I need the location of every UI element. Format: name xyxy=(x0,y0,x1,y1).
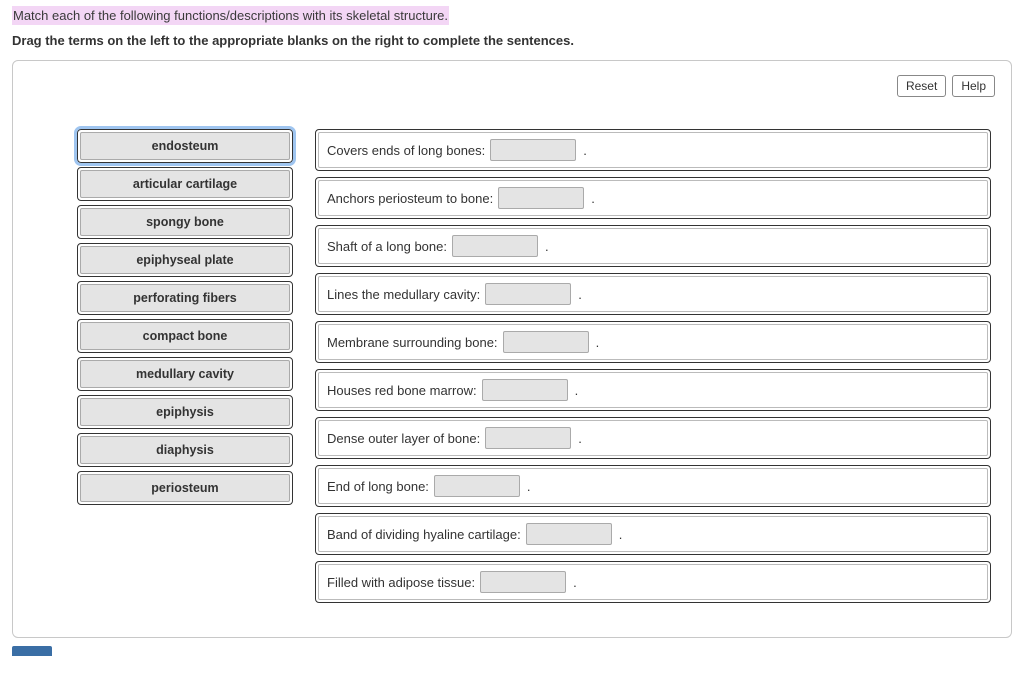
sentence-inner: Covers ends of long bones:. xyxy=(318,132,988,168)
reset-button[interactable]: Reset xyxy=(897,75,946,97)
blank-drop-target[interactable] xyxy=(452,235,538,257)
term-slot[interactable]: epiphysis xyxy=(77,395,293,429)
sentence-prefix: End of long bone: xyxy=(327,479,429,494)
sentence-slot: Houses red bone marrow:. xyxy=(315,369,991,411)
term-slot[interactable]: perforating fibers xyxy=(77,281,293,315)
term-slot[interactable]: periosteum xyxy=(77,471,293,505)
blank-drop-target[interactable] xyxy=(485,427,571,449)
term-chip[interactable]: perforating fibers xyxy=(80,284,290,312)
term-chip[interactable]: epiphyseal plate xyxy=(80,246,290,274)
help-button[interactable]: Help xyxy=(952,75,995,97)
term-chip[interactable]: compact bone xyxy=(80,322,290,350)
sentence-slot: Lines the medullary cavity:. xyxy=(315,273,991,315)
sentence-slot: Filled with adipose tissue:. xyxy=(315,561,991,603)
sentence-slot: Dense outer layer of bone:. xyxy=(315,417,991,459)
sentence-inner: Lines the medullary cavity:. xyxy=(318,276,988,312)
sentence-inner: Houses red bone marrow:. xyxy=(318,372,988,408)
sentence-suffix: . xyxy=(573,575,577,590)
sentence-slot: End of long bone:. xyxy=(315,465,991,507)
sentence-prefix: Membrane surrounding bone: xyxy=(327,335,498,350)
sentence-prefix: Filled with adipose tissue: xyxy=(327,575,475,590)
toolbar: Reset Help xyxy=(897,75,995,97)
sentence-inner: Filled with adipose tissue:. xyxy=(318,564,988,600)
sentence-suffix: . xyxy=(583,143,587,158)
sentence-suffix: . xyxy=(591,191,595,206)
sentence-prefix: Lines the medullary cavity: xyxy=(327,287,480,302)
sentence-prefix: Shaft of a long bone: xyxy=(327,239,447,254)
activity-container: Reset Help endosteum articular cartilage s… xyxy=(12,60,1012,638)
sentence-suffix: . xyxy=(545,239,549,254)
terms-column: endosteum articular cartilage spongy bone e… xyxy=(77,129,293,509)
term-chip[interactable]: diaphysis xyxy=(80,436,290,464)
sentence-inner: Dense outer layer of bone:. xyxy=(318,420,988,456)
sentence-prefix: Covers ends of long bones: xyxy=(327,143,485,158)
term-slot[interactable]: spongy bone xyxy=(77,205,293,239)
blank-drop-target[interactable] xyxy=(498,187,584,209)
bottom-stub xyxy=(12,646,52,656)
sentence-inner: Shaft of a long bone:. xyxy=(318,228,988,264)
blank-drop-target[interactable] xyxy=(480,571,566,593)
sentence-inner: Anchors periosteum to bone:. xyxy=(318,180,988,216)
sentence-suffix: . xyxy=(575,383,579,398)
term-chip[interactable]: medullary cavity xyxy=(80,360,290,388)
term-slot[interactable]: articular cartilage xyxy=(77,167,293,201)
sentence-slot: Shaft of a long bone:. xyxy=(315,225,991,267)
sentence-inner: Band of dividing hyaline cartilage:. xyxy=(318,516,988,552)
sentence-suffix: . xyxy=(596,335,600,350)
term-slot[interactable]: endosteum xyxy=(77,129,293,163)
sentence-prefix: Dense outer layer of bone: xyxy=(327,431,480,446)
workspace: endosteum articular cartilage spongy bone e… xyxy=(33,129,991,609)
term-slot[interactable]: epiphyseal plate xyxy=(77,243,293,277)
term-chip[interactable]: epiphysis xyxy=(80,398,290,426)
term-chip[interactable]: endosteum xyxy=(80,132,290,160)
sentences-column: Covers ends of long bones:.Anchors perio… xyxy=(315,129,991,609)
drag-instruction: Drag the terms on the left to the approp… xyxy=(12,33,1012,48)
term-chip[interactable]: articular cartilage xyxy=(80,170,290,198)
sentence-suffix: . xyxy=(527,479,531,494)
sentence-prefix: Houses red bone marrow: xyxy=(327,383,477,398)
blank-drop-target[interactable] xyxy=(526,523,612,545)
term-chip[interactable]: spongy bone xyxy=(80,208,290,236)
sentence-suffix: . xyxy=(578,287,582,302)
sentence-suffix: . xyxy=(578,431,582,446)
blank-drop-target[interactable] xyxy=(490,139,576,161)
question-header: Match each of the following functions/de… xyxy=(12,6,449,25)
term-slot[interactable]: medullary cavity xyxy=(77,357,293,391)
sentence-suffix: . xyxy=(619,527,623,542)
sentence-slot: Band of dividing hyaline cartilage:. xyxy=(315,513,991,555)
sentence-slot: Anchors periosteum to bone:. xyxy=(315,177,991,219)
blank-drop-target[interactable] xyxy=(434,475,520,497)
sentence-slot: Membrane surrounding bone:. xyxy=(315,321,991,363)
sentence-inner: End of long bone:. xyxy=(318,468,988,504)
term-slot[interactable]: diaphysis xyxy=(77,433,293,467)
term-chip[interactable]: periosteum xyxy=(80,474,290,502)
term-slot[interactable]: compact bone xyxy=(77,319,293,353)
sentence-slot: Covers ends of long bones:. xyxy=(315,129,991,171)
blank-drop-target[interactable] xyxy=(482,379,568,401)
sentence-prefix: Anchors periosteum to bone: xyxy=(327,191,493,206)
blank-drop-target[interactable] xyxy=(503,331,589,353)
blank-drop-target[interactable] xyxy=(485,283,571,305)
sentence-prefix: Band of dividing hyaline cartilage: xyxy=(327,527,521,542)
sentence-inner: Membrane surrounding bone:. xyxy=(318,324,988,360)
